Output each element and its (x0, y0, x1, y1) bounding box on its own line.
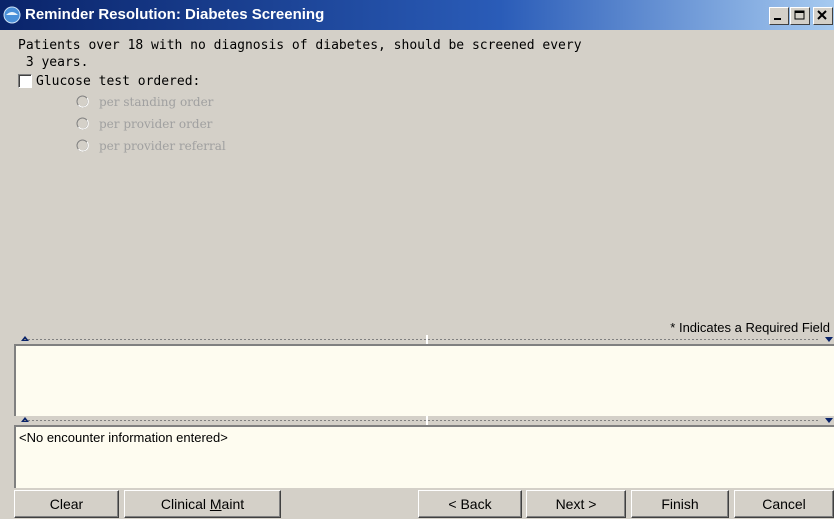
reminder-dialog-body: Patients over 18 with no diagnosis of di… (0, 30, 834, 335)
encounter-info-panel[interactable]: <No encounter information entered> (14, 425, 834, 488)
next-button[interactable]: Next > (526, 490, 626, 518)
splitter-divider (426, 335, 428, 344)
button-bar: Clear Clinical Maint < Back Next > Finis… (0, 488, 834, 519)
encounter-info-text: <No encounter information entered> (19, 430, 228, 445)
clinical-maint-label-prefix: Clinical (160, 496, 210, 512)
splitter-grip (24, 420, 820, 421)
splitter-upper[interactable] (14, 335, 834, 344)
reminder-description-line2: 3 years. (18, 55, 89, 70)
clinical-maint-button[interactable]: Clinical Maint (124, 490, 281, 518)
maximize-button[interactable] (790, 7, 810, 25)
cancel-button[interactable]: Cancel (734, 490, 834, 518)
back-button[interactable]: < Back (418, 490, 522, 518)
splitter-down-arrow-icon[interactable] (825, 418, 833, 423)
clinical-maint-accelerator: M (209, 496, 222, 512)
splitter-down-arrow-icon[interactable] (825, 337, 833, 342)
radio-button-icon[interactable] (76, 117, 89, 130)
close-icon (817, 10, 827, 20)
title-bar[interactable]: Reminder Resolution: Diabetes Screening (0, 0, 834, 30)
clear-button[interactable]: Clear (14, 490, 119, 518)
reminder-clock-icon (3, 6, 21, 24)
splitter-divider (426, 416, 428, 425)
clinical-maint-label-suffix: aint (221, 496, 245, 512)
required-field-note: * Indicates a Required Field (670, 320, 830, 335)
splitter-grip (24, 339, 820, 340)
window-title: Reminder Resolution: Diabetes Screening (25, 6, 325, 23)
finish-button[interactable]: Finish (631, 490, 729, 518)
radio-label: per standing order (99, 95, 214, 109)
glucose-test-label: Glucose test ordered: (36, 74, 201, 89)
close-button[interactable] (813, 7, 833, 25)
glucose-test-checkbox[interactable] (18, 74, 32, 88)
radio-label: per provider referral (99, 139, 226, 153)
radio-button-icon[interactable] (76, 95, 89, 108)
progress-note-panel[interactable] (14, 344, 834, 416)
splitter-lower[interactable] (14, 416, 834, 425)
minimize-button[interactable] (769, 7, 789, 25)
maximize-icon (794, 10, 805, 20)
radio-label: per provider order (99, 117, 213, 131)
minimize-icon (774, 18, 781, 20)
radio-button-icon[interactable] (76, 139, 89, 152)
reminder-description-line1: Patients over 18 with no diagnosis of di… (18, 38, 582, 53)
